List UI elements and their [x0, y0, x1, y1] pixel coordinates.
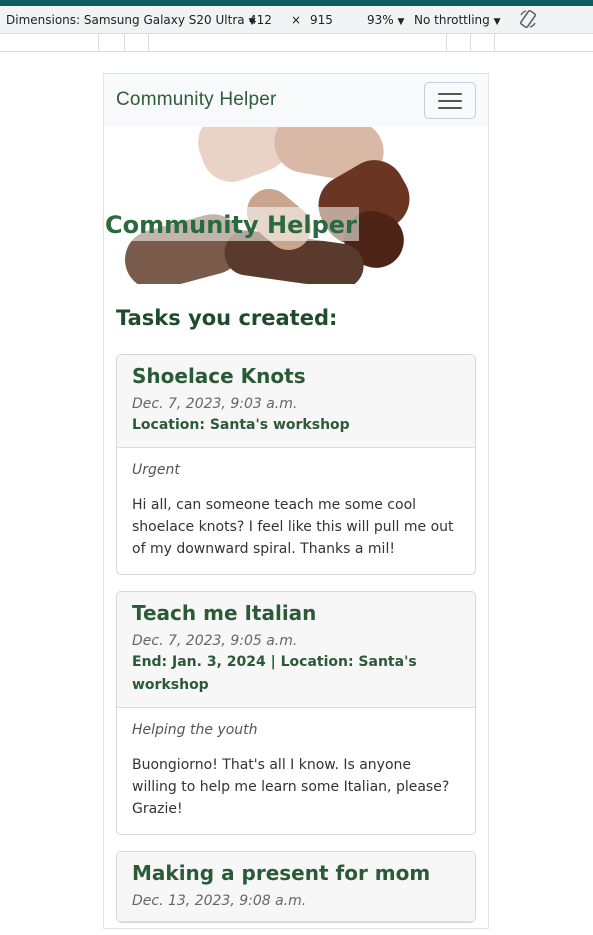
hero-title: Community Helper	[104, 207, 359, 241]
navbar-brand[interactable]: Community Helper	[116, 89, 277, 111]
hamburger-menu-icon[interactable]	[424, 82, 476, 119]
task-card[interactable]: Shoelace Knots Dec. 7, 2023, 9:03 a.m. L…	[116, 354, 476, 575]
task-category: Urgent	[132, 462, 180, 478]
task-category: Helping the youth	[132, 722, 258, 738]
task-card[interactable]: Teach me Italian Dec. 7, 2023, 9:05 a.m.…	[116, 591, 476, 835]
task-title[interactable]: Teach me Italian	[132, 600, 460, 626]
task-date: Dec. 7, 2023, 9:03 a.m.	[132, 396, 298, 412]
dimension-separator: ×	[291, 13, 302, 27]
hero-banner: Community Helper	[104, 127, 488, 284]
task-card-body: Urgent Hi all, can someone teach me some…	[117, 448, 475, 574]
task-card-header: Teach me Italian Dec. 7, 2023, 9:05 a.m.…	[117, 592, 475, 708]
task-card[interactable]: Making a present for mom Dec. 13, 2023, …	[116, 851, 476, 923]
zoom-select[interactable]: 93% ▼	[367, 13, 404, 27]
devtools-device-toolbar: Dimensions: Samsung Galaxy S20 Ultra ▼ 4…	[0, 6, 593, 34]
rotate-icon[interactable]	[518, 9, 538, 32]
task-title[interactable]: Shoelace Knots	[132, 363, 460, 389]
chevron-down-icon: ▼	[493, 17, 501, 27]
throttling-select[interactable]: No throttling ▼	[414, 13, 501, 27]
task-description: Buongiorno! That's all I know. Is anyone…	[132, 757, 450, 817]
chevron-down-icon: ▼	[397, 17, 405, 27]
device-select[interactable]: Dimensions: Samsung Galaxy S20 Ultra ▼	[6, 13, 255, 27]
device-label: Dimensions: Samsung Galaxy S20 Ultra	[6, 13, 245, 27]
navbar: Community Helper	[104, 74, 488, 127]
task-card-header: Making a present for mom Dec. 13, 2023, …	[117, 852, 475, 922]
task-description: Hi all, can someone teach me some cool s…	[132, 497, 454, 557]
task-date: Dec. 13, 2023, 9:08 a.m.	[132, 893, 307, 909]
media-query-ruler	[0, 34, 593, 52]
task-date: Dec. 7, 2023, 9:05 a.m.	[132, 633, 298, 649]
task-location: Location: Santa's workshop	[132, 417, 350, 433]
height-input[interactable]: 915	[310, 13, 333, 27]
task-location: End: Jan. 3, 2024 | Location: Santa's wo…	[132, 654, 417, 693]
task-card-body: Helping the youth Buongiorno! That's all…	[117, 708, 475, 834]
task-title[interactable]: Making a present for mom	[132, 860, 460, 886]
emulated-viewport: Community Helper Community Helper Tasks …	[103, 73, 489, 929]
zoom-label: 93%	[367, 13, 394, 27]
width-input[interactable]: 412	[249, 13, 272, 27]
task-card-header: Shoelace Knots Dec. 7, 2023, 9:03 a.m. L…	[117, 355, 475, 448]
throttling-label: No throttling	[414, 13, 490, 27]
section-title: Tasks you created:	[116, 306, 338, 330]
